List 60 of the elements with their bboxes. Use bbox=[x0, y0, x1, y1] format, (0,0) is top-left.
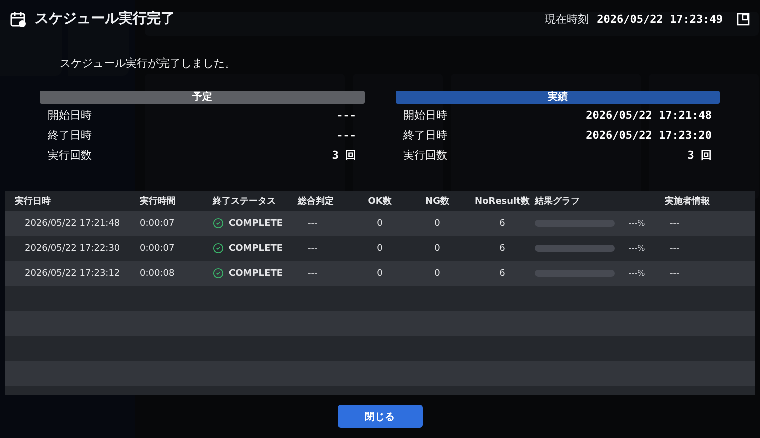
table-cell: 2026/05/22 17:23:12 bbox=[25, 268, 120, 278]
column-header: NoResult数 bbox=[475, 196, 530, 208]
dialog-title: スケジュール実行完了 bbox=[35, 10, 175, 28]
row-label: 開始日時 bbox=[48, 108, 92, 123]
clock-value: 2026/05/22 17:23:49 bbox=[597, 12, 723, 26]
table-cell: --- bbox=[308, 268, 318, 278]
row-label: 実行回数 bbox=[404, 148, 448, 163]
column-header: 実行時間 bbox=[140, 195, 176, 208]
panel-header: 予定 bbox=[40, 91, 364, 104]
table-cell: 6 bbox=[500, 244, 506, 254]
column-header: NG数 bbox=[426, 196, 450, 208]
row-label: 開始日時 bbox=[404, 108, 448, 123]
completion-message: スケジュール実行が完了しました。 bbox=[60, 56, 236, 71]
check-icon bbox=[213, 243, 224, 254]
table-cell: 2026/05/22 17:21:48 bbox=[25, 218, 120, 228]
column-header: 総合判定 bbox=[298, 195, 334, 208]
table-cell: 0 bbox=[434, 244, 440, 254]
column-header: 結果グラフ bbox=[535, 196, 580, 208]
row-value: --- bbox=[336, 129, 356, 142]
table-cell: 6 bbox=[500, 218, 506, 228]
check-icon bbox=[213, 268, 224, 279]
table-cell: --- bbox=[308, 218, 318, 228]
table-cell: 2026/05/22 17:22:30 bbox=[25, 244, 120, 254]
column-header: 実施者情報 bbox=[665, 195, 710, 208]
table-cell: 0 bbox=[377, 268, 383, 278]
table-cell: 0:00:08 bbox=[140, 268, 175, 278]
percent-text: ---% bbox=[629, 244, 646, 253]
row-value: 2026/05/22 17:23:20 bbox=[586, 129, 712, 142]
row-label: 実行回数 bbox=[48, 148, 92, 163]
row-value: 3 回 bbox=[332, 148, 356, 163]
table-cell: --- bbox=[308, 244, 318, 254]
calendar-icon bbox=[10, 10, 27, 28]
column-header: 終了ステータス bbox=[213, 196, 276, 208]
table-cell: 6 bbox=[500, 268, 506, 278]
table-cell: 0 bbox=[377, 218, 383, 228]
row-value: 3 回 bbox=[688, 148, 712, 163]
clock-label: 現在時刻 bbox=[545, 12, 590, 26]
column-header: OK数 bbox=[368, 196, 392, 208]
status-text: COMPLETE bbox=[229, 244, 283, 254]
table-cell: 0:00:07 bbox=[140, 244, 175, 254]
table-cell: --- bbox=[670, 244, 680, 254]
window-toggle-icon[interactable] bbox=[737, 12, 750, 26]
table-cell: 0:00:07 bbox=[140, 218, 175, 228]
table-cell: 0 bbox=[377, 244, 383, 254]
table-cell: --- bbox=[670, 218, 680, 228]
status-text: COMPLETE bbox=[229, 268, 283, 278]
row-value: --- bbox=[336, 109, 356, 122]
table-cell: --- bbox=[670, 268, 680, 278]
check-icon bbox=[213, 218, 224, 229]
percent-text: ---% bbox=[629, 269, 646, 278]
row-label: 終了日時 bbox=[404, 128, 448, 143]
panel-header: 実績 bbox=[396, 91, 720, 104]
row-label: 終了日時 bbox=[48, 128, 92, 143]
status-text: COMPLETE bbox=[229, 218, 283, 228]
close-button[interactable]: 閉じる bbox=[338, 405, 422, 428]
row-value: 2026/05/22 17:21:48 bbox=[586, 109, 712, 122]
percent-text: ---% bbox=[629, 219, 646, 228]
table-cell: 0 bbox=[434, 218, 440, 228]
table-cell: 0 bbox=[434, 268, 440, 278]
column-header: 実行日時 bbox=[15, 195, 51, 208]
